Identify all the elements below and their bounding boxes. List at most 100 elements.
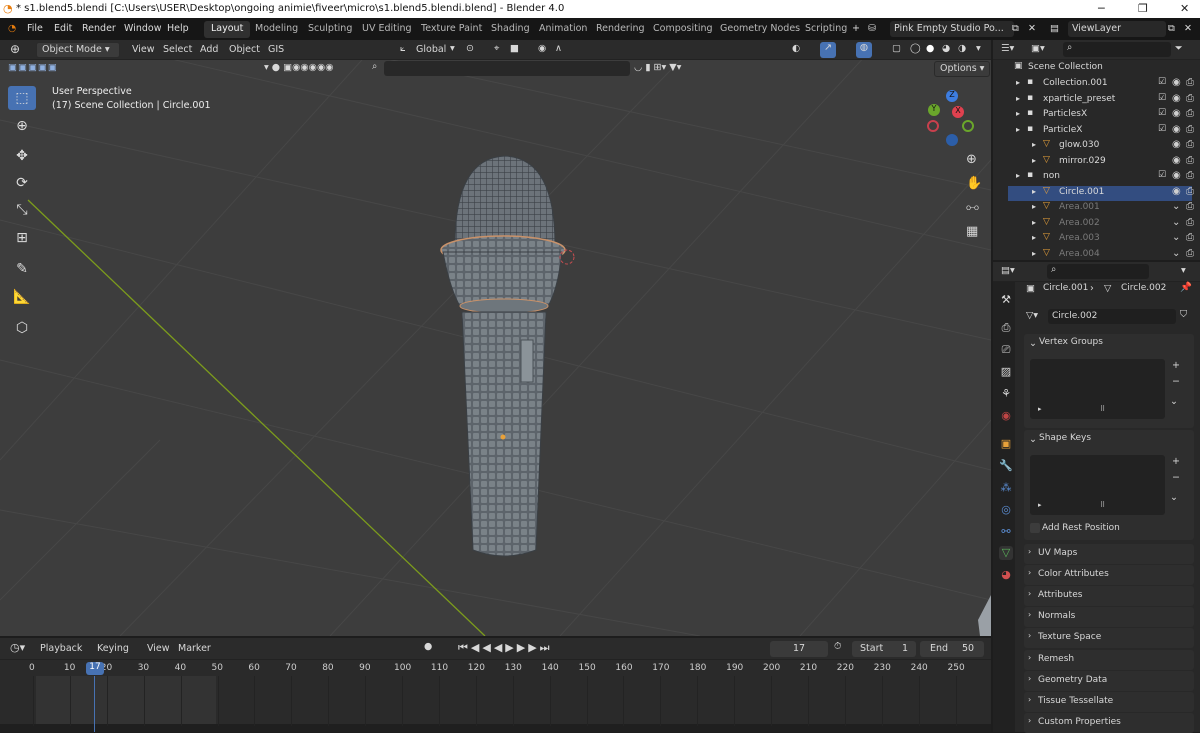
eye-icon[interactable]: ◉	[1172, 77, 1181, 88]
mesh-data-name-field[interactable]: Circle.002	[1048, 309, 1176, 324]
shape-list-resize-grip-icon[interactable]: ⠿	[1100, 501, 1105, 509]
copy-view-layer-icon[interactable]: ⧉	[1168, 23, 1175, 34]
eye-icon[interactable]: ◉	[1172, 170, 1181, 181]
display-mode-icon[interactable]: ▣▾	[1031, 43, 1045, 54]
timeline-menu-marker[interactable]: Marker	[178, 643, 211, 654]
checkbox-icon[interactable]: ☑	[1158, 170, 1166, 180]
view-layer-tab-icon[interactable]: ▨	[999, 365, 1013, 379]
wireframe-shading-icon[interactable]: ◯	[910, 43, 921, 54]
panel-chevron-icon[interactable]: ›	[1028, 610, 1031, 619]
object-tab-icon[interactable]: ▣	[999, 437, 1013, 451]
viewport-menu-gis[interactable]: GIS	[268, 44, 284, 55]
current-frame-field[interactable]: 17	[770, 641, 828, 657]
outliner-editor-icon[interactable]: ☰▾	[1001, 43, 1014, 54]
menu-render[interactable]: Render	[82, 23, 116, 34]
scale-tool[interactable]: ⤡	[8, 198, 36, 222]
tab-rendering[interactable]: Rendering	[589, 21, 652, 38]
pan-hand-icon[interactable]: ✋	[966, 176, 982, 191]
camera-render-icon[interactable]: ⎙	[1186, 155, 1194, 166]
end-frame-field[interactable]: End 50	[920, 641, 984, 657]
particles-tab-icon[interactable]: ⁂	[999, 481, 1013, 495]
visibility-icon[interactable]: ◐	[792, 43, 800, 54]
timeline-menu-keying[interactable]: Keying	[97, 643, 129, 654]
shading-options-icon[interactable]: ▾	[976, 43, 981, 54]
gizmo-z[interactable]: Z	[946, 90, 958, 102]
camera-render-icon[interactable]: ⎙	[1186, 201, 1194, 212]
vertex-group-specials-button[interactable]: ⌄	[1170, 396, 1178, 407]
viewport-search-input[interactable]	[384, 61, 630, 76]
data-tab-icon[interactable]: ▽	[999, 546, 1013, 560]
expand-arrow-icon[interactable]: ▸	[1032, 249, 1036, 258]
add-workspace-button[interactable]: +	[852, 23, 860, 34]
falloff-icon[interactable]: ∧	[555, 43, 562, 54]
expand-arrow-icon[interactable]: ▸	[1032, 233, 1036, 242]
panel-chevron-icon[interactable]: ›	[1028, 674, 1031, 683]
timeline-menu-view[interactable]: View	[147, 643, 170, 654]
delete-scene-icon[interactable]: ✕	[1028, 23, 1036, 34]
xray-icon[interactable]: ▢	[892, 43, 901, 54]
world-tab-icon[interactable]: ◉	[999, 409, 1013, 423]
tab-sculpting[interactable]: Sculpting	[301, 21, 359, 38]
start-frame-field[interactable]: Start 1	[852, 641, 916, 657]
output-tab-icon[interactable]: ⎚	[999, 343, 1013, 357]
breadcrumb-object[interactable]: Circle.001	[1043, 283, 1088, 293]
add-cube-tool[interactable]: ⬡	[8, 316, 36, 340]
outliner-row[interactable]: ▸ ▽ glow.030 ◉ ⎙	[1008, 139, 1194, 154]
panel-chevron-icon[interactable]: ›	[1028, 716, 1031, 725]
list-expand-icon[interactable]: ▸	[1038, 405, 1042, 413]
physics-tab-icon[interactable]: ◎	[999, 503, 1013, 517]
shape-keys-chevron-icon[interactable]: ⌄	[1029, 434, 1037, 445]
expand-arrow-icon[interactable]: ▸	[1016, 109, 1020, 118]
menu-edit[interactable]: Edit	[54, 23, 72, 34]
options-dropdown[interactable]: Options ▾	[934, 61, 991, 77]
move-tool[interactable]: ✥	[8, 144, 36, 168]
timeline-menu-playback[interactable]: Playback	[40, 643, 82, 654]
vertex-groups-chevron-icon[interactable]: ⌄	[1029, 338, 1037, 349]
outliner-row[interactable]: ▸ ▽ Area.001 ⌄ ⎙	[1008, 201, 1194, 216]
tab-animation[interactable]: Animation	[532, 21, 594, 38]
collapsed-panel[interactable]: › Custom Properties	[1024, 712, 1194, 733]
camera-render-icon[interactable]: ⎙	[1186, 232, 1194, 243]
tab-geometry-nodes[interactable]: Geometry Nodes	[713, 21, 807, 38]
filter-icons[interactable]: ▾ ● ▣◉◉◉◉◉	[264, 62, 334, 73]
outliner-row[interactable]: ▸ ▽ Area.003 ⌄ ⎙	[1008, 232, 1194, 247]
viewport-filter-icons[interactable]: ◡ ▮ ⊞▾ ▼▾	[634, 62, 681, 73]
shape-keys-list[interactable]: ▸ ⠿	[1030, 455, 1165, 515]
gizmo-neg-z[interactable]	[946, 134, 958, 146]
select-box-tool[interactable]: ⬚	[8, 86, 36, 110]
delete-view-layer-icon[interactable]: ✕	[1184, 23, 1192, 34]
shape-list-expand-icon[interactable]: ▸	[1038, 501, 1042, 509]
properties-options-icon[interactable]: ▾	[1181, 265, 1186, 276]
orientation-chevron-icon[interactable]: ▾	[450, 43, 455, 54]
panel-chevron-icon[interactable]: ›	[1028, 695, 1031, 704]
measure-tool[interactable]: 📐	[8, 285, 36, 309]
expand-arrow-icon[interactable]: ▸	[1032, 156, 1036, 165]
remove-shape-key-button[interactable]: −	[1172, 472, 1180, 483]
expand-arrow-icon[interactable]: ▸	[1016, 94, 1020, 103]
remove-vertex-group-button[interactable]: −	[1172, 376, 1180, 387]
timeline-scrollbar[interactable]	[0, 724, 991, 732]
eye-icon[interactable]: ⌄	[1172, 248, 1180, 259]
transform-orientation-icon[interactable]: ⟀	[400, 43, 406, 54]
tab-layout[interactable]: Layout	[204, 21, 251, 38]
camera-view-icon[interactable]: ⧟	[966, 200, 979, 215]
collapsed-panel[interactable]: › Normals	[1024, 607, 1194, 628]
eye-icon[interactable]: ⌄	[1172, 217, 1180, 228]
camera-render-icon[interactable]: ⎙	[1186, 124, 1194, 135]
checkbox-icon[interactable]: ☑	[1158, 77, 1166, 87]
proportional-edit-icon[interactable]: ◉	[538, 43, 546, 54]
eye-icon[interactable]: ⌄	[1172, 201, 1180, 212]
scene-icon[interactable]: ⛁	[868, 23, 876, 34]
mesh-data-icon[interactable]: ▽▾	[1026, 310, 1038, 321]
material-shading-icon[interactable]: ◕	[942, 43, 950, 54]
collapsed-panel[interactable]: › Attributes	[1024, 586, 1194, 607]
vertex-groups-title[interactable]: Vertex Groups	[1039, 337, 1103, 347]
maximize-icon[interactable]: ❐	[1138, 2, 1148, 15]
shape-key-specials-button[interactable]: ⌄	[1170, 492, 1178, 503]
rotate-tool[interactable]: ⟳	[8, 171, 36, 195]
playhead-line[interactable]	[94, 676, 95, 732]
constraints-tab-icon[interactable]: ⚯	[999, 525, 1013, 539]
panel-chevron-icon[interactable]: ›	[1028, 653, 1031, 662]
playback-controls[interactable]: ⏮◀◀◀▶▶▶⏭	[458, 641, 553, 655]
modifier-tab-icon[interactable]: 🔧	[999, 459, 1013, 473]
